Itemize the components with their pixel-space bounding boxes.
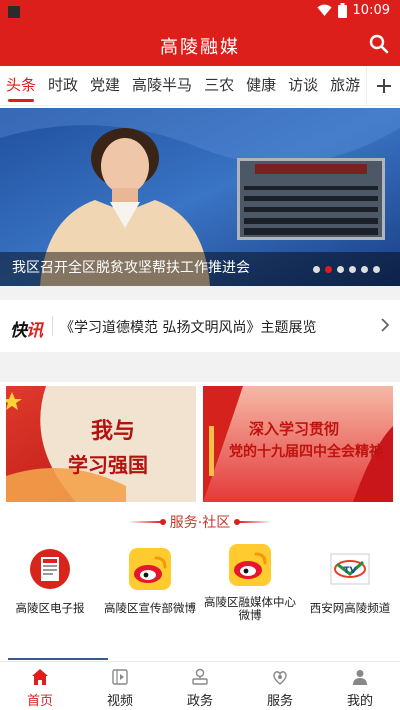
battery-icon <box>337 3 347 18</box>
service-title-line-right <box>238 521 272 523</box>
nav-label: 政务 <box>186 694 213 709</box>
carousel-dot[interactable] <box>337 266 344 273</box>
video-icon <box>112 669 128 685</box>
service-section-title: 服务·社区 <box>169 515 231 531</box>
news-flash-logo: 快讯 <box>10 316 43 341</box>
app-title: 高陵融媒 <box>160 37 240 58</box>
weibo-icon <box>229 544 271 586</box>
channel-tabs: 头条 时政 党建 高陵半马 三农 健康 访谈 旅游 <box>0 66 400 106</box>
service-item-xian-gaoling-channel[interactable]: TV 西安网高陵频道 <box>300 540 400 640</box>
svg-text:TV: TV <box>343 566 356 576</box>
promo-image-study-power: 我与 学习强国 <box>6 386 196 502</box>
tab-politics[interactable]: 时政 <box>42 66 84 106</box>
home-icon <box>32 669 48 685</box>
promo-lettering-3: 深入学习贯彻 <box>249 420 339 438</box>
promo-lettering-1: 我与 <box>91 418 135 444</box>
plus-icon <box>376 79 391 93</box>
nav-video[interactable]: 视频 <box>80 662 160 710</box>
carousel-dots <box>313 266 380 273</box>
profile-icon <box>353 670 367 685</box>
government-icon <box>192 668 208 685</box>
status-right: 10:09 <box>317 3 390 18</box>
wifi-icon <box>317 4 332 17</box>
tab-health[interactable]: 健康 <box>240 66 282 106</box>
nav-profile[interactable]: 我的 <box>320 662 400 710</box>
carousel-dot[interactable] <box>373 266 380 273</box>
tab-half-marathon[interactable]: 高陵半马 <box>126 66 198 106</box>
service-label: 高陵区融媒体中心微博 <box>204 595 296 622</box>
tab-agriculture[interactable]: 三农 <box>198 66 240 106</box>
service-label: 高陵区电子报 <box>15 601 85 615</box>
promo-cards: 我与 学习强国 深入学习贯彻 党的十九届四中全会精神 <box>0 382 400 504</box>
nav-label: 我的 <box>346 694 373 709</box>
carousel-dot[interactable] <box>361 266 368 273</box>
tab-party-building[interactable]: 党建 <box>84 66 126 106</box>
status-bar: 10:09 <box>0 0 400 24</box>
nav-government[interactable]: 政务 <box>160 662 240 710</box>
news-flash-logo-red: 讯 <box>26 321 43 341</box>
service-grid: 高陵区电子报 高陵区宣传部微博 高陵区融媒体中心微博 TV 西安网高陵频道 <box>0 540 400 640</box>
service-label: 西安网高陵频道 <box>309 601 391 615</box>
banner-carousel[interactable]: 我区召开全区脱贫攻坚帮扶工作推进会 <box>0 108 400 286</box>
carousel-dot-active[interactable] <box>325 266 332 273</box>
notification-icon <box>8 6 20 18</box>
bottom-nav: 首页 视频 政务 服务 我的 <box>0 661 400 710</box>
news-flash-text[interactable]: 《学习道德模范 弘扬文明风尚》主题展览 <box>60 317 316 337</box>
app-header: 高陵融媒 <box>0 24 400 66</box>
nav-label: 视频 <box>106 694 133 709</box>
service-icon <box>273 671 287 685</box>
news-flash-logo-black: 快 <box>10 321 27 341</box>
nav-label: 首页 <box>26 694 53 709</box>
nav-home[interactable]: 首页 <box>0 662 80 710</box>
nav-service[interactable]: 服务 <box>240 662 320 710</box>
tv-channel-icon: TV <box>330 553 370 585</box>
service-item-media-center-weibo[interactable]: 高陵区融媒体中心微博 <box>200 540 300 640</box>
carousel-dot[interactable] <box>313 266 320 273</box>
scroll-indicator <box>8 658 108 660</box>
status-time: 10:09 <box>352 3 390 18</box>
service-label: 高陵区宣传部微博 <box>104 601 196 615</box>
promo-card-fourth-plenum[interactable]: 深入学习贯彻 党的十九届四中全会精神 <box>203 386 393 502</box>
news-flash[interactable]: 快讯 《学习道德模范 弘扬文明风尚》主题展览 <box>0 300 400 352</box>
add-channel-button[interactable] <box>366 66 400 106</box>
service-item-e-newspaper[interactable]: 高陵区电子报 <box>0 540 100 640</box>
chevron-right-icon[interactable] <box>380 317 390 333</box>
banner-caption: 我区召开全区脱贫攻坚帮扶工作推进会 <box>12 260 250 276</box>
search-icon[interactable] <box>368 33 390 55</box>
section-divider <box>0 286 400 300</box>
tab-travel[interactable]: 旅游 <box>324 66 364 106</box>
tab-interviews[interactable]: 访谈 <box>282 66 324 106</box>
section-divider <box>0 352 400 382</box>
promo-card-study-power[interactable]: 我与 学习强国 <box>6 386 196 502</box>
promo-image-fourth-plenum: 深入学习贯彻 党的十九届四中全会精神 <box>203 386 393 502</box>
service-section-header: 服务·社区 <box>0 512 400 532</box>
nav-label: 服务 <box>266 694 293 709</box>
promo-lettering-2: 学习强国 <box>68 453 148 477</box>
carousel-dot[interactable] <box>349 266 356 273</box>
service-item-propaganda-weibo[interactable]: 高陵区宣传部微博 <box>100 540 200 640</box>
weibo-icon <box>129 548 171 590</box>
newspaper-icon <box>30 549 70 589</box>
tab-headlines[interactable]: 头条 <box>0 66 42 106</box>
news-flash-divider <box>52 316 53 336</box>
tab-list: 头条 时政 党建 高陵半马 三农 健康 访谈 旅游 <box>0 66 364 106</box>
promo-lettering-4: 党的十九届四中全会精神 <box>229 443 383 460</box>
